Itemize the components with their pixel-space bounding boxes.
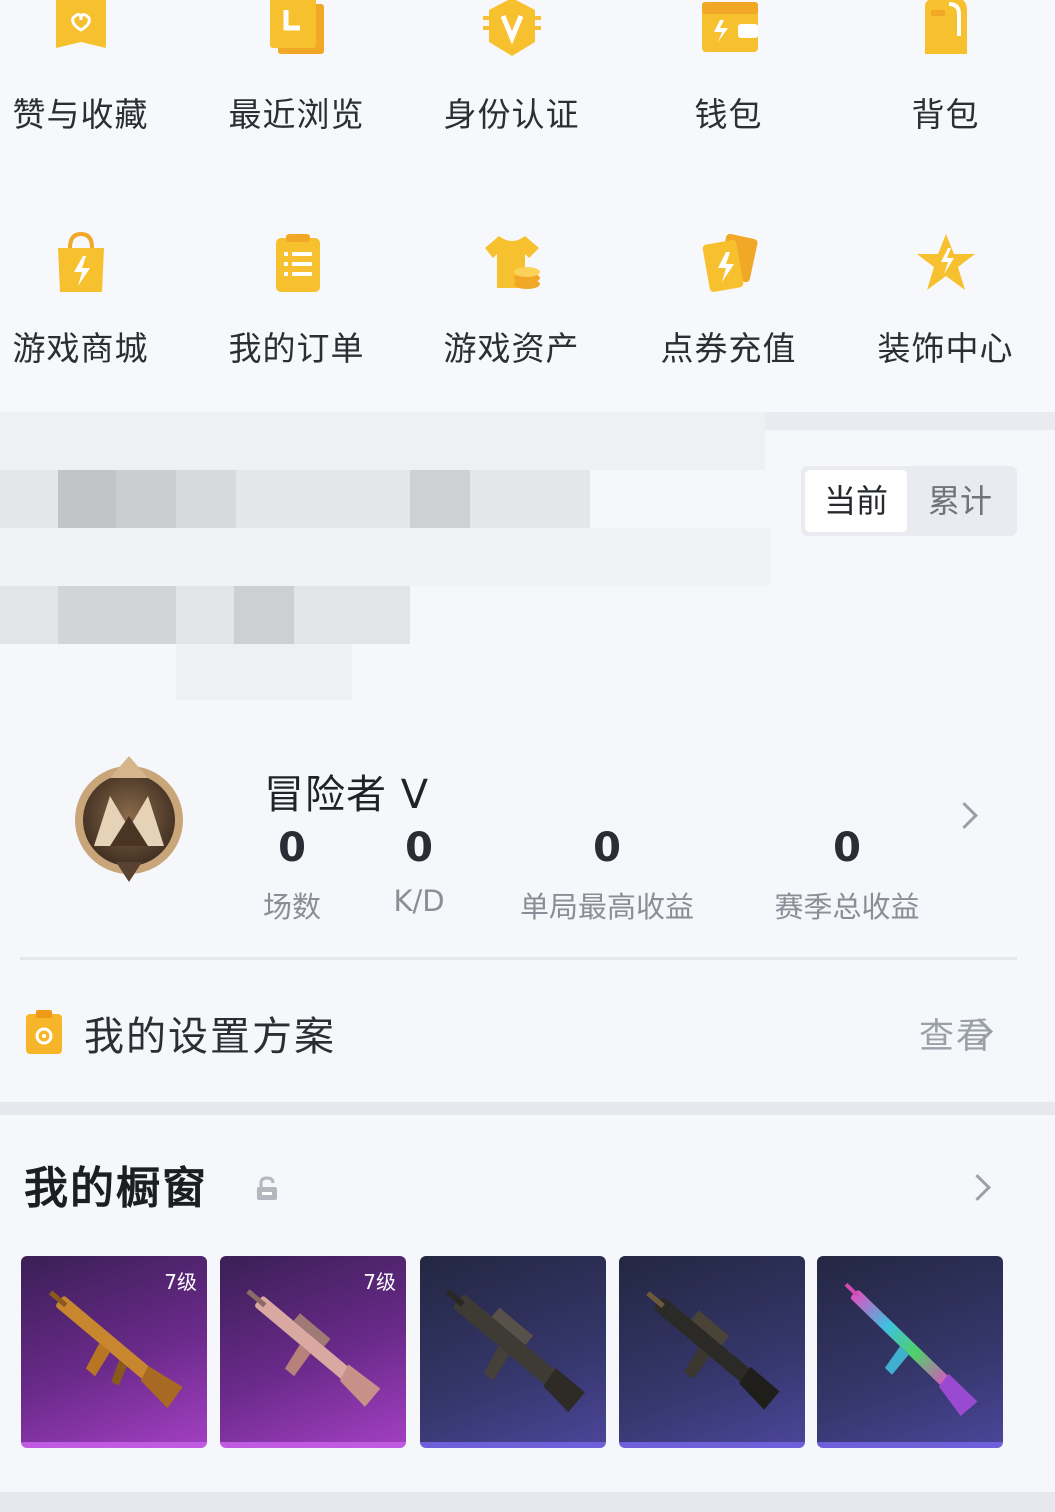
menu-label: 游戏资产 bbox=[443, 329, 580, 368]
menu-item-orders[interactable]: 我的订单 bbox=[191, 0, 402, 368]
toggle-total[interactable]: 累计 bbox=[909, 470, 1011, 532]
lock-icon[interactable] bbox=[254, 1176, 280, 1202]
menu-label: 装饰中心 bbox=[877, 329, 1014, 368]
showcase-item[interactable] bbox=[817, 1256, 1003, 1448]
star-decor-icon bbox=[917, 234, 975, 290]
settings-plan-row[interactable]: 我的设置方案 查看 bbox=[0, 968, 1055, 1098]
menu-grid: 赞与收藏 最近浏览 身份认证 钱包 背包 游戏商城 我的订单 游戏资产 点券充值… bbox=[0, 0, 1055, 412]
rifle-dark-icon bbox=[445, 1289, 585, 1413]
rifle-pink-icon bbox=[246, 1289, 381, 1407]
showcase-item[interactable]: 7级 bbox=[220, 1256, 406, 1448]
rifle-black-icon bbox=[646, 1291, 780, 1410]
chevron-right-icon[interactable] bbox=[964, 1174, 991, 1201]
chevron-right-icon[interactable] bbox=[951, 802, 978, 829]
divider-line bbox=[20, 957, 1017, 960]
stat-best-round: 0 单局最高收益 bbox=[510, 820, 704, 926]
showcase-item[interactable] bbox=[420, 1256, 606, 1448]
shopping-bag-icon bbox=[58, 232, 104, 292]
section-divider bbox=[0, 1492, 1055, 1512]
settings-clipboard-icon bbox=[26, 1010, 62, 1054]
showcase-item[interactable] bbox=[619, 1256, 805, 1448]
stat-label: 单局最高收益 bbox=[519, 890, 694, 924]
section-divider bbox=[765, 412, 1055, 430]
rifle-rainbow-icon bbox=[844, 1282, 978, 1417]
showcase-item[interactable]: 7级 bbox=[21, 1256, 207, 1448]
rank-card[interactable]: 冒险者 V 0 场数 0 K/D 0 单局最高收益 0 赛季总收益 bbox=[0, 720, 1055, 956]
stat-value: 0 bbox=[833, 825, 861, 871]
rifle-gold-icon bbox=[48, 1290, 183, 1409]
rank-name: 冒险者 V bbox=[264, 772, 430, 818]
stats-period-toggle: 当前 累计 bbox=[801, 466, 1017, 536]
stat-value: 0 bbox=[405, 825, 433, 871]
menu-item-decor[interactable]: 装饰中心 bbox=[840, 0, 1051, 368]
clipboard-icon bbox=[276, 234, 320, 292]
stat-kd: 0 K/D bbox=[380, 820, 458, 918]
stat-value: 0 bbox=[593, 825, 621, 871]
blurred-profile-info bbox=[0, 412, 770, 702]
voucher-icon bbox=[702, 233, 758, 292]
menu-label: 游戏商城 bbox=[12, 329, 149, 368]
settings-plan-label: 我的设置方案 bbox=[84, 1014, 336, 1060]
menu-label: 我的订单 bbox=[228, 329, 365, 368]
tshirt-coin-icon bbox=[485, 236, 540, 289]
menu-item-recharge[interactable]: 点券充值 bbox=[623, 0, 834, 368]
menu-item-assets[interactable]: 游戏资产 bbox=[406, 0, 617, 368]
showcase-list: 7级 7级 bbox=[0, 1256, 1055, 1448]
toggle-current[interactable]: 当前 bbox=[805, 470, 907, 532]
menu-label: 点券充值 bbox=[660, 329, 797, 368]
stat-label: K/D bbox=[393, 884, 445, 918]
showcase-title: 我的橱窗 bbox=[24, 1163, 208, 1214]
menu-item-shop[interactable]: 游戏商城 bbox=[0, 0, 186, 368]
stat-season-total: 0 赛季总收益 bbox=[768, 820, 926, 926]
section-divider bbox=[0, 1102, 1055, 1115]
stat-label: 赛季总收益 bbox=[774, 890, 920, 924]
rank-badge-icon bbox=[75, 756, 183, 882]
stat-value: 0 bbox=[278, 825, 306, 871]
stat-label: 场数 bbox=[262, 890, 321, 924]
stat-matches: 0 场数 bbox=[254, 820, 330, 926]
